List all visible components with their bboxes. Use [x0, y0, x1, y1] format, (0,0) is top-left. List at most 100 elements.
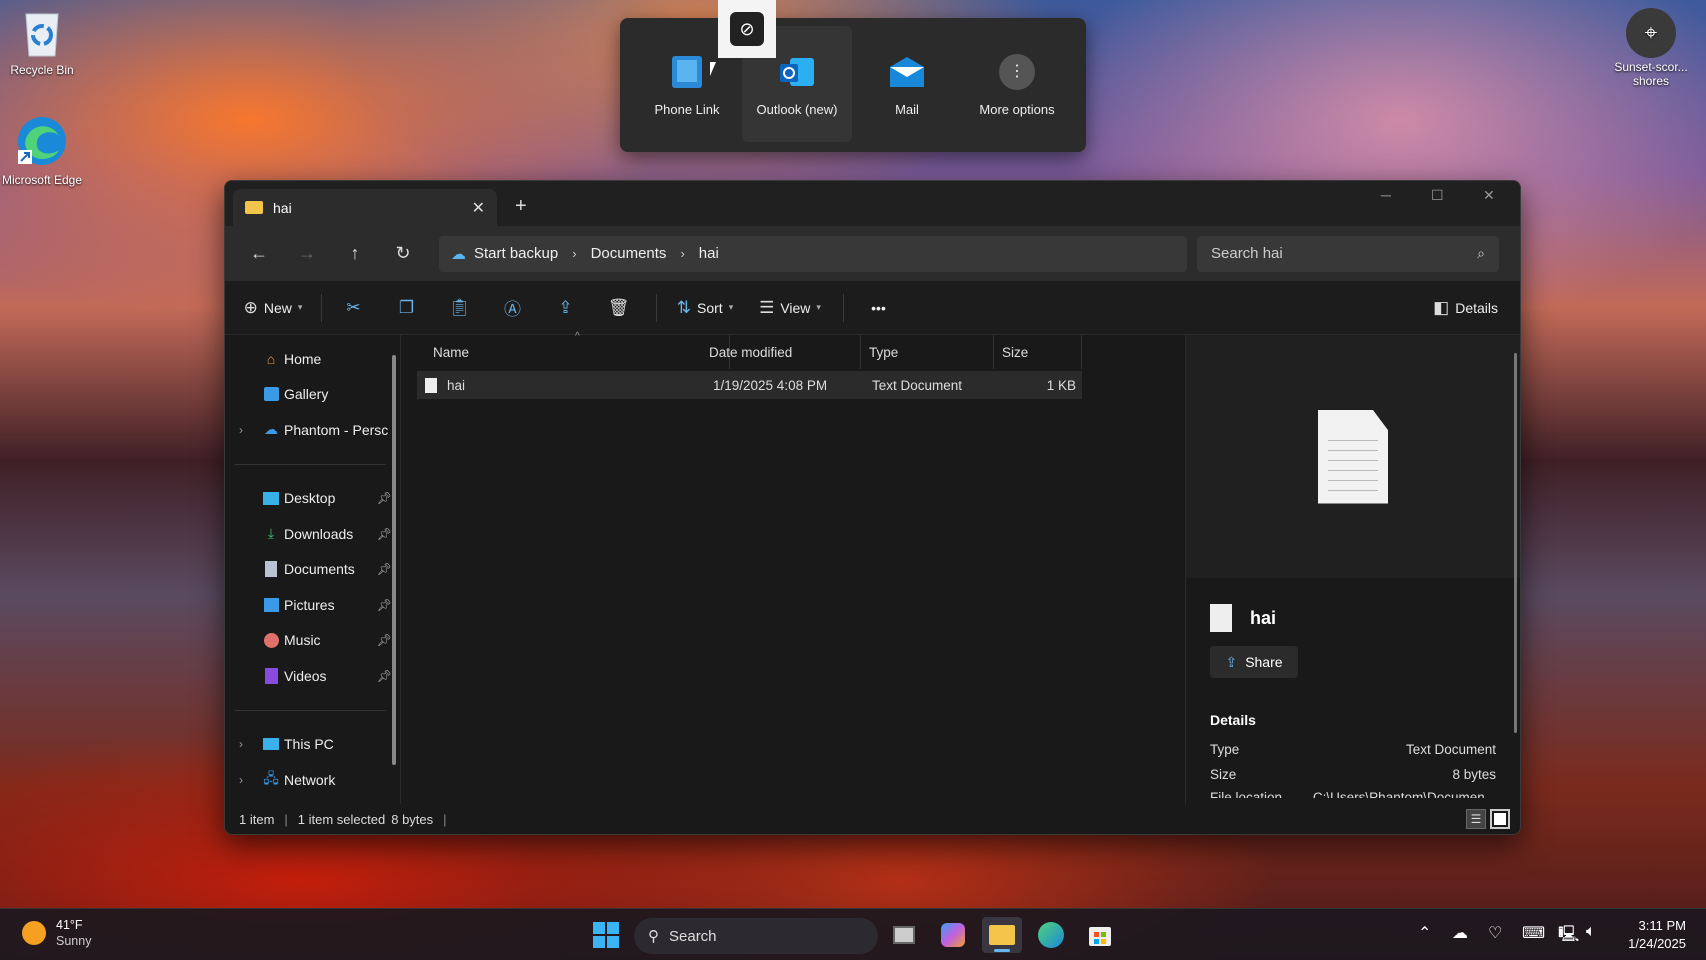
close-tab-icon[interactable]: ✕	[472, 198, 485, 218]
clock-time: 3:11 PM	[1638, 918, 1686, 933]
minimize-button[interactable]: ─	[1381, 187, 1391, 203]
sidebar-item-network[interactable]: › 🖧︎ Network	[225, 762, 400, 798]
sidebar-item-gallery[interactable]: Gallery	[225, 377, 400, 413]
mouse-cursor-icon	[710, 62, 716, 76]
share-button[interactable]: ⇪	[542, 290, 595, 326]
text-file-icon	[425, 377, 437, 393]
back-button[interactable]: ←	[235, 243, 283, 264]
rename-button[interactable]: Ⓐ	[489, 290, 542, 326]
recycle-bin-icon	[25, 13, 59, 57]
details-pane-icon: ◧	[1433, 297, 1450, 317]
expand-chevron-icon[interactable]: ›	[239, 773, 243, 787]
copy-button[interactable]: ❐	[383, 290, 436, 326]
weather-condition: Sunny	[56, 934, 92, 948]
clock-date: 1/24/2025	[1628, 936, 1686, 951]
keyboard-icon[interactable]: ⌨	[1522, 923, 1545, 943]
show-hidden-icons-button[interactable]: ⌃	[1418, 923, 1431, 943]
delete-button[interactable]: 🗑︎	[595, 290, 648, 326]
taskbar-search[interactable]: ⚲ Search	[634, 918, 878, 954]
divider: |	[284, 811, 288, 827]
up-button[interactable]: ↑	[331, 243, 379, 264]
folder-icon	[245, 201, 263, 214]
maximize-button[interactable]: ☐	[1431, 187, 1444, 204]
sidebar-label: Home	[284, 350, 322, 367]
close-window-button[interactable]: ✕	[1483, 187, 1495, 204]
address-bar[interactable]: ☁ Start backup › Documents › hai	[439, 235, 1187, 272]
clock[interactable]: 3:11 PM 1/24/2025	[1628, 917, 1686, 953]
sidebar-label: Pictures	[284, 596, 335, 613]
share-mail[interactable]: Mail	[852, 26, 962, 142]
sort-label: Sort	[697, 299, 723, 316]
sidebar-item-home[interactable]: ⌂ Home	[225, 341, 400, 377]
sidebar-scrollbar[interactable]	[392, 355, 396, 765]
task-view-button[interactable]	[884, 917, 924, 953]
onedrive-tray-icon[interactable]: ☁	[1452, 923, 1468, 943]
column-header-name[interactable]: Name ^	[425, 331, 730, 369]
selection-size: 8 bytes	[391, 811, 434, 827]
details-scrollbar[interactable]	[1514, 353, 1517, 733]
location-pin-icon: ⌖	[1626, 8, 1676, 58]
new-tab-button[interactable]: +	[515, 195, 527, 218]
start-button[interactable]	[586, 917, 626, 953]
column-header-date[interactable]: Date modified	[701, 335, 861, 369]
preview-share-button[interactable]: ⇪ Share	[1210, 646, 1298, 678]
sidebar-item-onedrive[interactable]: › ☁ Phantom - Persc	[225, 412, 400, 448]
prop-key: Size	[1210, 767, 1237, 782]
copilot-button[interactable]	[933, 917, 973, 953]
documents-icon	[262, 560, 280, 578]
details-heading: Details	[1210, 712, 1256, 728]
search-input[interactable]: Search hai ⌕	[1197, 235, 1499, 272]
paste-button[interactable]: 📋︎	[436, 290, 489, 326]
chevron-down-icon: ▾	[728, 302, 734, 312]
desktop-icon-recycle-bin[interactable]: Recycle Bin	[0, 8, 84, 77]
see-more-button[interactable]: •••	[852, 290, 905, 326]
windows-icon	[593, 922, 619, 948]
notification-tray-icon[interactable]: ♡	[1488, 923, 1502, 943]
expand-chevron-icon[interactable]: ›	[239, 737, 243, 751]
edge-taskbar-button[interactable]	[1031, 917, 1071, 953]
sidebar-item-videos[interactable]: Videos 📌︎	[225, 658, 400, 694]
sidebar-item-documents[interactable]: Documents 📌︎	[225, 552, 400, 588]
task-view-icon	[893, 926, 915, 944]
sidebar-item-pictures[interactable]: Pictures 📌︎	[225, 587, 400, 623]
share-more-options[interactable]: ⋮ More options	[962, 26, 1072, 142]
weather-widget[interactable]: 41°F Sunny	[22, 917, 91, 949]
new-button[interactable]: ⊕ New ▾	[233, 290, 313, 326]
details-pane-button[interactable]: ◧ Details	[1433, 290, 1512, 326]
file-name: hai	[447, 377, 466, 393]
large-icons-view-button[interactable]	[1490, 809, 1510, 829]
file-row[interactable]: hai 1/19/2025 4:08 PM Text Document 1 KB	[417, 371, 1082, 399]
sidebar-item-this-pc[interactable]: › This PC	[225, 727, 400, 763]
details-view-button[interactable]: ☰	[1466, 809, 1486, 829]
title-bar: hai ✕ + ─ ☐ ✕	[225, 181, 1520, 226]
details-pane: hai ⇪ Share Details Type Text Document Siz…	[1185, 335, 1520, 804]
sidebar-item-downloads[interactable]: ⤓ Downloads 📌︎	[225, 516, 400, 552]
sort-button[interactable]: ⇅ Sort ▾	[665, 290, 745, 326]
refresh-button[interactable]: ↻	[379, 243, 427, 264]
sidebar-item-music[interactable]: Music 📌︎	[225, 623, 400, 659]
volume-icon[interactable]: 🔈︎	[1586, 923, 1596, 941]
text-file-icon	[1210, 604, 1232, 632]
chevron-down-icon: ▾	[297, 302, 303, 312]
selection-count: 1 item selected	[297, 811, 386, 827]
network-status-icon[interactable]: 🖳︎	[1558, 923, 1579, 950]
expand-chevron-icon[interactable]: ›	[239, 423, 243, 437]
edge-label: Microsoft Edge	[1, 173, 83, 187]
breadcrumb-documents[interactable]: Documents	[591, 245, 667, 262]
cut-icon: ✂	[346, 297, 361, 317]
desktop-icon-edge[interactable]: Microsoft Edge	[0, 114, 84, 187]
file-list: Name ^ Date modified Type Size hai 1/19/2…	[400, 331, 1185, 804]
sidebar-item-desktop[interactable]: Desktop 📌︎	[225, 481, 400, 517]
cut-button[interactable]: ✂	[330, 290, 383, 326]
breadcrumb-start-backup[interactable]: Start backup	[474, 245, 558, 262]
store-button[interactable]	[1080, 917, 1120, 953]
column-header-size[interactable]: Size	[994, 335, 1082, 369]
breadcrumb-hai[interactable]: hai	[699, 245, 719, 262]
share-flyout: Phone Link Outlook (new) Mail ⋮ More opt…	[620, 18, 1086, 152]
location-widget[interactable]: ⌖ Sunset-scor... shores	[1603, 8, 1699, 88]
file-explorer-taskbar-button[interactable]	[982, 917, 1022, 953]
view-button[interactable]: ☰ View ▾	[745, 290, 835, 326]
tab-hai[interactable]: hai ✕	[233, 189, 497, 226]
forward-button[interactable]: →	[283, 243, 331, 264]
column-header-type[interactable]: Type	[861, 335, 994, 369]
